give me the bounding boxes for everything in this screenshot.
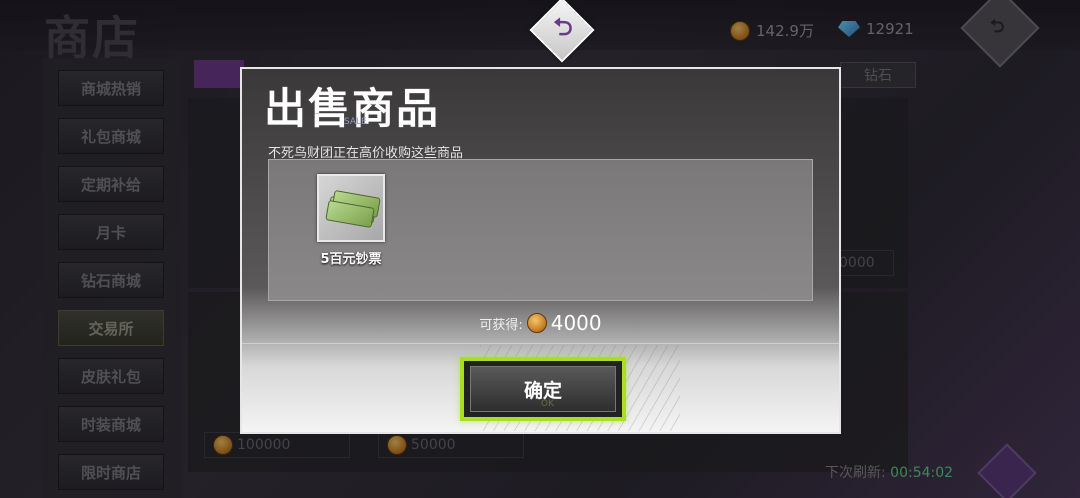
divider [242, 343, 839, 344]
sale-tag: SALE [344, 117, 367, 127]
sell-dialog: 出售商品 SALE 不死鸟财团正在高价收购这些商品 5百元钞票 可获得: 400… [240, 67, 841, 434]
return-arrow-icon: ⮌ [553, 13, 573, 41]
coin-icon [526, 313, 547, 333]
item-list: 5百元钞票 [268, 159, 813, 301]
earn-row: 可获得: 4000 [242, 311, 839, 335]
confirm-ghost-text: OK [541, 399, 554, 409]
earn-label: 可获得: [479, 317, 523, 333]
earn-value: 4000 [550, 311, 602, 335]
confirm-button-inner: 确定 OK [470, 366, 616, 412]
item-name: 5百元钞票 [320, 252, 382, 267]
confirm-button[interactable]: 确定 OK [460, 357, 626, 421]
banknote-stack-icon[interactable] [317, 174, 385, 242]
